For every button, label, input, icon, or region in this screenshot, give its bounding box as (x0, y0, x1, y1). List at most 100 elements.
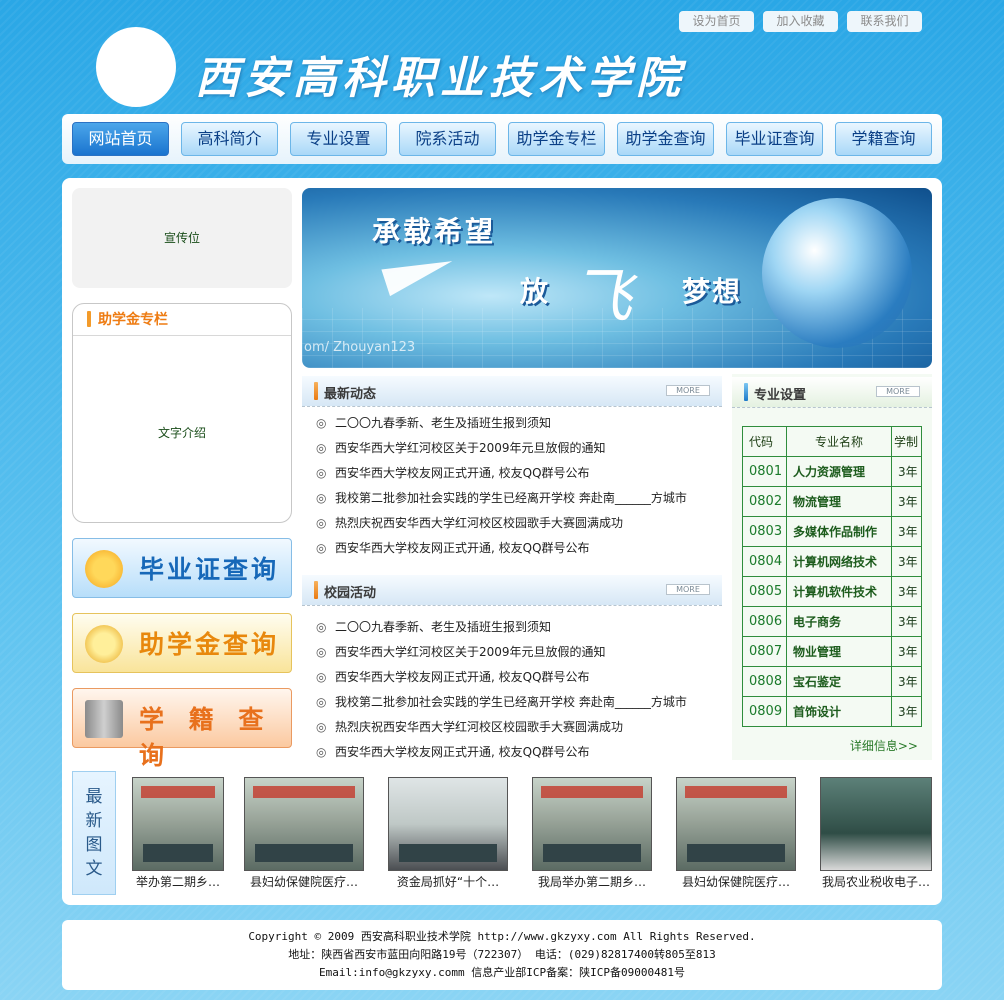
divider (302, 406, 722, 407)
bullet-icon: ◎ (316, 541, 327, 555)
table-row[interactable]: 0801 人力资源管理 3年 (742, 456, 922, 487)
set-homepage-link[interactable]: 设为首页 (679, 11, 754, 32)
aid-query-label: 助学金查询 (139, 630, 280, 659)
news-section-title: 最新动态 (324, 387, 377, 402)
aid-column-body: 文字介绍 (157, 426, 206, 440)
majors-panel: 专业设置 MORE 代码 专业名称 学制 0801 人力资源管理 3年 0802 物流… (732, 374, 932, 760)
news-more-button[interactable]: MORE (666, 385, 710, 396)
bullet-icon: ◎ (316, 720, 327, 734)
site-footer: Copyright © 2009 西安高科职业技术学院 http://www.g… (62, 920, 942, 990)
header-bar-icon (314, 382, 318, 400)
pic-caption[interactable]: 县妇幼保健院医疗… (244, 873, 364, 890)
status-query-button[interactable]: 学 籍 查 询 (72, 688, 292, 770)
campus-section-header: 校园活动 MORE (302, 575, 722, 605)
meeting-photo[interactable] (388, 777, 508, 871)
table-header-row: 代码 专业名称 学制 (742, 426, 922, 457)
bullet-icon: ◎ (316, 516, 327, 530)
cabinet-icon (85, 700, 123, 738)
table-row[interactable]: 0807 物业管理 3年 (742, 636, 922, 667)
table-row[interactable]: 0809 首饰设计 3年 (742, 696, 922, 727)
nav-aid-query[interactable]: 助学金查询 (617, 122, 714, 156)
list-item[interactable]: ◎ 西安华西大学红河校区关于2009年元旦放假的通知 (302, 436, 722, 461)
nav-status-query[interactable]: 学籍查询 (835, 122, 932, 156)
campus-more-button[interactable]: MORE (666, 584, 710, 595)
latest-pics-strip: 最 新 图 文 举办第二期乡… 县妇幼保健院医疗… 资金局抓好“十个… 我局举办… (72, 771, 932, 895)
col-code: 代码 (742, 426, 787, 457)
status-query-label: 学 籍 查 询 (139, 705, 272, 770)
pic-caption[interactable]: 举办第二期乡… (132, 873, 224, 890)
list-item[interactable]: ◎ 西安华西大学校友网正式开通, 校友QQ群号公布 (302, 461, 722, 486)
hero-banner: 承载希望 放 飞 梦想 om/ Zhouyan123 (302, 188, 932, 368)
school-logo (96, 27, 176, 107)
meeting-photo[interactable] (532, 777, 652, 871)
pic-caption[interactable]: 资金局抓好“十个… (388, 873, 508, 890)
list-item[interactable]: ◎ 二〇〇九春季新、老生及插班生报到须知 (302, 615, 722, 640)
list-item[interactable]: ◎ 我校第二批参加社会实践的学生已经离开学校 奔赴南______方城市 (302, 690, 722, 715)
list-item[interactable]: ◎ 西安华西大学红河校区关于2009年元旦放假的通知 (302, 640, 722, 665)
col-duration: 学制 (891, 426, 922, 457)
footer-copyright: Copyright © 2009 西安高科职业技术学院 http://www.g… (248, 930, 756, 943)
nav-aid-column[interactable]: 助学金专栏 (508, 122, 605, 156)
nav-home[interactable]: 网站首页 (72, 122, 169, 156)
nav-diploma-query[interactable]: 毕业证查询 (726, 122, 823, 156)
pic-card[interactable]: 举办第二期乡… (132, 777, 224, 890)
bullet-icon: ◎ (316, 620, 327, 634)
bullet-icon: ◎ (316, 416, 327, 430)
bullet-icon: ◎ (316, 745, 327, 759)
aid-column-box: 助学金专栏 文字介绍 (72, 303, 292, 523)
list-item[interactable]: ◎ 热烈庆祝西安华西大学红河校区校园歌手大赛圆满成功 (302, 715, 722, 740)
divider (732, 407, 932, 408)
list-item[interactable]: ◎ 热烈庆祝西安华西大学红河校区校园歌手大赛圆满成功 (302, 511, 722, 536)
header-bar-icon (744, 383, 748, 401)
bullet-icon: ◎ (316, 491, 327, 505)
table-row[interactable]: 0808 宝石鉴定 3年 (742, 666, 922, 697)
meeting-photo[interactable] (244, 777, 364, 871)
news-section-header: 最新动态 MORE (302, 376, 722, 406)
campus-list: ◎ 二〇〇九春季新、老生及插班生报到须知 ◎ 西安华西大学红河校区关于2009年元旦… (302, 615, 722, 765)
contact-us-link[interactable]: 联系我们 (847, 11, 922, 32)
banner-fly-glyph: 飞 (572, 262, 632, 332)
pic-card[interactable]: 资金局抓好“十个… (388, 777, 508, 890)
nav-majors[interactable]: 专业设置 (290, 122, 387, 156)
bullet-icon: ◎ (316, 645, 327, 659)
aid-column-header: 助学金专栏 (73, 304, 291, 336)
pic-caption[interactable]: 县妇幼保健院医疗… (676, 873, 796, 890)
tag-char: 新 (85, 811, 103, 831)
add-favorite-link[interactable]: 加入收藏 (763, 11, 838, 32)
aid-query-button[interactable]: 助学金查询 (72, 613, 292, 673)
promo-slot: 宣传位 (72, 188, 292, 288)
list-item[interactable]: ◎ 我校第二批参加社会实践的学生已经离开学校 奔赴南______方城市 (302, 486, 722, 511)
table-row[interactable]: 0806 电子商务 3年 (742, 606, 922, 637)
nav-about[interactable]: 高科简介 (181, 122, 278, 156)
table-row[interactable]: 0805 计算机软件技术 3年 (742, 576, 922, 607)
portrait-photo[interactable] (820, 777, 932, 871)
list-item[interactable]: ◎ 二〇〇九春季新、老生及插班生报到须知 (302, 411, 722, 436)
paper-plane-icon (381, 247, 457, 297)
bullet-icon: ◎ (316, 670, 327, 684)
majors-table: 代码 专业名称 学制 0801 人力资源管理 3年 0802 物流管理 3年 0803 多… (742, 426, 922, 727)
nav-activities[interactable]: 院系活动 (399, 122, 496, 156)
pic-card[interactable]: 我局农业税收电子… (820, 777, 932, 890)
diploma-query-button[interactable]: 毕业证查询 (72, 538, 292, 598)
divider (302, 605, 722, 606)
list-item[interactable]: ◎ 西安华西大学校友网正式开通, 校友QQ群号公布 (302, 536, 722, 561)
list-item[interactable]: ◎ 西安华西大学校友网正式开通, 校友QQ群号公布 (302, 665, 722, 690)
pic-card[interactable]: 我局举办第二期乡… (532, 777, 652, 890)
school-name: 西安高科职业技术学院 (195, 53, 685, 104)
table-row[interactable]: 0803 多媒体作品制作 3年 (742, 516, 922, 547)
list-item[interactable]: ◎ 西安华西大学校友网正式开通, 校友QQ群号公布 (302, 740, 722, 765)
col-major-name: 专业名称 (786, 426, 892, 457)
bullet-icon: ◎ (316, 441, 327, 455)
pic-card[interactable]: 县妇幼保健院医疗… (244, 777, 364, 890)
meeting-photo[interactable] (676, 777, 796, 871)
pic-caption[interactable]: 我局举办第二期乡… (532, 873, 652, 890)
pic-caption[interactable]: 我局农业税收电子… (820, 873, 932, 890)
table-row[interactable]: 0804 计算机网络技术 3年 (742, 546, 922, 577)
majors-detail-link[interactable]: 详细信息>> (850, 737, 918, 754)
majors-more-button[interactable]: MORE (876, 386, 920, 397)
table-row[interactable]: 0802 物流管理 3年 (742, 486, 922, 517)
meeting-photo[interactable] (132, 777, 224, 871)
tag-char: 文 (85, 859, 103, 879)
pic-card[interactable]: 县妇幼保健院医疗… (676, 777, 796, 890)
banner-slogan-3: 梦想 (682, 275, 743, 308)
